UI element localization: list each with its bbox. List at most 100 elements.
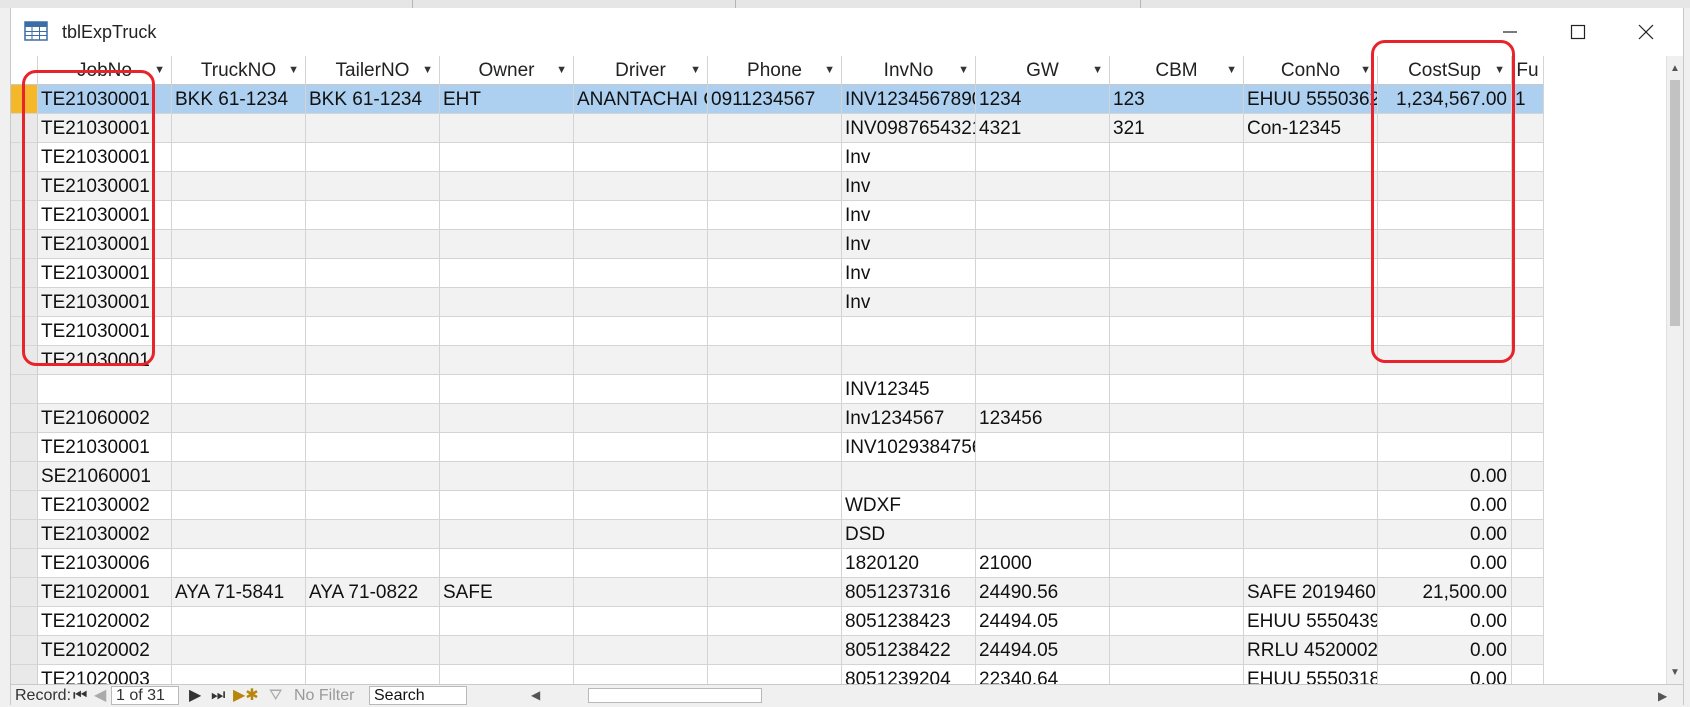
cell-jobno[interactable]: TE21030001: [38, 433, 172, 462]
cell-invno[interactable]: 1820120: [842, 549, 976, 578]
cell-cbm[interactable]: [1110, 317, 1244, 346]
cell-gw[interactable]: [976, 259, 1110, 288]
cell-truckno[interactable]: [172, 172, 306, 201]
cell-tailerno[interactable]: [306, 375, 440, 404]
cell-cbm[interactable]: [1110, 404, 1244, 433]
cell-truckno[interactable]: [172, 636, 306, 665]
table-row[interactable]: SE21060001 0.00: [11, 462, 1666, 491]
record-selector[interactable]: [11, 491, 38, 520]
cell-invno[interactable]: INV1029384756: [842, 433, 976, 462]
cell-invno[interactable]: 8051237316: [842, 578, 976, 607]
cell-truckno[interactable]: [172, 288, 306, 317]
cell-jobno[interactable]: TE21060002: [38, 404, 172, 433]
cell-truckno[interactable]: [172, 607, 306, 636]
last-record-icon[interactable]: ⏭: [211, 685, 225, 706]
vertical-scroll-thumb[interactable]: [1670, 80, 1680, 326]
cell-fu[interactable]: [1512, 636, 1544, 665]
cell-owner[interactable]: [440, 143, 574, 172]
cell-tailerno[interactable]: [306, 230, 440, 259]
cell-conno[interactable]: [1244, 201, 1378, 230]
cell-gw[interactable]: 123456: [976, 404, 1110, 433]
cell-tailerno[interactable]: [306, 143, 440, 172]
first-record-icon[interactable]: ⏮: [73, 685, 87, 706]
previous-record-icon[interactable]: ◀: [94, 685, 106, 706]
cell-cbm[interactable]: [1110, 201, 1244, 230]
table-row[interactable]: TE21030001 INV0987654321 4321 321 Con-12345: [11, 114, 1666, 143]
cell-cbm[interactable]: [1110, 375, 1244, 404]
cell-gw[interactable]: [976, 317, 1110, 346]
cell-gw[interactable]: [976, 520, 1110, 549]
record-selector[interactable]: [11, 578, 38, 607]
cell-phone[interactable]: [708, 549, 842, 578]
cell-conno[interactable]: [1244, 230, 1378, 259]
chevron-down-icon[interactable]: ▼: [288, 56, 299, 84]
cell-driver[interactable]: [574, 491, 708, 520]
record-selector[interactable]: [11, 404, 38, 433]
cell-gw[interactable]: 4321: [976, 114, 1110, 143]
table-row[interactable]: TE21030002 DSD 0.00: [11, 520, 1666, 549]
cell-phone[interactable]: [708, 491, 842, 520]
record-selector[interactable]: [11, 143, 38, 172]
column-header-jobno[interactable]: JobNo ▼: [38, 56, 172, 85]
cell-costsup[interactable]: 0.00: [1378, 462, 1512, 491]
cell-truckno[interactable]: [172, 259, 306, 288]
cell-cbm[interactable]: [1110, 230, 1244, 259]
cell-gw[interactable]: [976, 288, 1110, 317]
cell-conno[interactable]: [1244, 520, 1378, 549]
cell-fu[interactable]: [1512, 578, 1544, 607]
cell-fu[interactable]: [1512, 665, 1544, 684]
cell-phone[interactable]: [708, 143, 842, 172]
cell-tailerno[interactable]: [306, 172, 440, 201]
cell-costsup[interactable]: [1378, 346, 1512, 375]
cell-costsup[interactable]: 0.00: [1378, 520, 1512, 549]
cell-jobno[interactable]: TE21030001: [38, 172, 172, 201]
vertical-scrollbar[interactable]: ▲ ▼: [1666, 56, 1683, 684]
cell-tailerno[interactable]: [306, 607, 440, 636]
cell-conno[interactable]: [1244, 143, 1378, 172]
cell-jobno[interactable]: [38, 375, 172, 404]
cell-conno[interactable]: EHUU 5550318I: [1244, 665, 1378, 684]
cell-fu[interactable]: [1512, 259, 1544, 288]
cell-jobno[interactable]: TE21030001: [38, 114, 172, 143]
cell-phone[interactable]: 0911234567: [708, 85, 842, 114]
cell-fu[interactable]: [1512, 404, 1544, 433]
cell-driver[interactable]: [574, 259, 708, 288]
record-selector[interactable]: [11, 549, 38, 578]
cell-tailerno[interactable]: [306, 259, 440, 288]
cell-jobno[interactable]: TE21030001: [38, 346, 172, 375]
cell-conno[interactable]: SAFE 2019460: [1244, 578, 1378, 607]
scroll-right-icon[interactable]: ▶: [1658, 686, 1667, 707]
cell-cbm[interactable]: [1110, 636, 1244, 665]
cell-gw[interactable]: [976, 172, 1110, 201]
cell-invno[interactable]: INV0987654321: [842, 114, 976, 143]
cell-gw[interactable]: [976, 230, 1110, 259]
cell-cbm[interactable]: [1110, 462, 1244, 491]
cell-fu[interactable]: [1512, 433, 1544, 462]
cell-costsup[interactable]: [1378, 201, 1512, 230]
cell-fu[interactable]: [1512, 230, 1544, 259]
cell-phone[interactable]: [708, 404, 842, 433]
cell-driver[interactable]: [574, 578, 708, 607]
cell-gw[interactable]: [976, 491, 1110, 520]
cell-conno[interactable]: [1244, 346, 1378, 375]
cell-owner[interactable]: [440, 462, 574, 491]
cell-owner[interactable]: [440, 607, 574, 636]
column-header-owner[interactable]: Owner ▼: [440, 56, 574, 85]
cell-invno[interactable]: INV12345: [842, 375, 976, 404]
cell-truckno[interactable]: AYA 71-5841: [172, 578, 306, 607]
table-row[interactable]: TE21060002 Inv1234567 123456: [11, 404, 1666, 433]
cell-costsup[interactable]: 1,234,567.00: [1378, 85, 1512, 114]
cell-gw[interactable]: 1234: [976, 85, 1110, 114]
cell-gw[interactable]: [976, 143, 1110, 172]
chevron-down-icon[interactable]: ▼: [154, 56, 165, 84]
cell-jobno[interactable]: TE21030001: [38, 230, 172, 259]
cell-phone[interactable]: [708, 636, 842, 665]
cell-fu[interactable]: [1512, 317, 1544, 346]
column-header-conno[interactable]: ConNo ▼: [1244, 56, 1378, 85]
cell-cbm[interactable]: [1110, 259, 1244, 288]
column-header-invno[interactable]: InvNo ▼: [842, 56, 976, 85]
cell-fu[interactable]: [1512, 520, 1544, 549]
cell-owner[interactable]: [440, 346, 574, 375]
cell-costsup[interactable]: [1378, 143, 1512, 172]
cell-driver[interactable]: [574, 549, 708, 578]
